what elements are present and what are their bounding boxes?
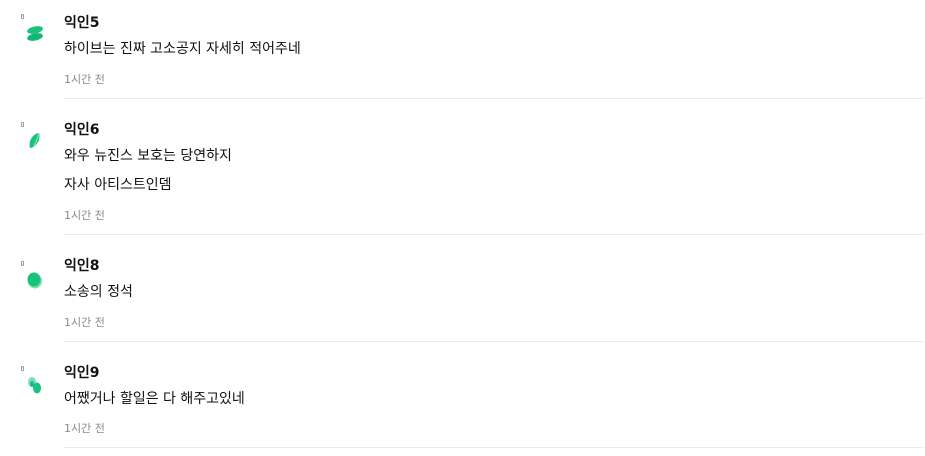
comment-text: 소송의 정석 <box>64 284 133 300</box>
comment-time: 1시간 전 <box>64 422 105 435</box>
comment-item: 익인5 하이브는 진짜 고소공지 자세히 적어주네 1시간 전 <box>0 0 925 99</box>
green-leaf-icon <box>29 132 40 148</box>
badge-dot-icon <box>21 366 24 371</box>
comment-author[interactable]: 익인5 <box>64 14 100 32</box>
avatar[interactable] <box>18 261 48 291</box>
comment-item: 익인8 소송의 정석 1시간 전 <box>0 235 925 342</box>
badge-dot-icon <box>21 14 24 19</box>
comment-time: 1시간 전 <box>64 73 105 86</box>
comment-item: 익인6 와우 뉴진스 보호는 당연하지 자사 아티스트인뎀 1시간 전 <box>0 99 925 235</box>
comment-time: 1시간 전 <box>64 209 105 222</box>
comment-author[interactable]: 익인6 <box>64 121 100 139</box>
comment-divider <box>64 447 923 448</box>
comment-author[interactable]: 익인8 <box>64 257 100 275</box>
comment-text: 와우 뉴진스 보호는 당연하지 <box>64 148 232 164</box>
comment-text: 자사 아티스트인뎀 <box>64 177 172 193</box>
avatar[interactable] <box>18 122 48 152</box>
stacked-green-pills-icon <box>27 26 43 41</box>
green-blob-icon <box>27 272 42 289</box>
comment-text: 어쨌거나 할일은 다 해주고있네 <box>64 391 245 407</box>
comment-time: 1시간 전 <box>64 316 105 329</box>
split-green-dots-icon <box>28 377 41 394</box>
avatar[interactable] <box>18 366 48 396</box>
avatar[interactable] <box>18 14 48 44</box>
comment-item: 익인9 어쨌거나 할일은 다 해주고있네 1시간 전 <box>0 342 925 448</box>
comment-text: 하이브는 진짜 고소공지 자세히 적어주네 <box>64 41 301 57</box>
comment-author[interactable]: 익인9 <box>64 364 100 382</box>
badge-dot-icon <box>21 261 24 266</box>
badge-dot-icon <box>21 122 24 127</box>
